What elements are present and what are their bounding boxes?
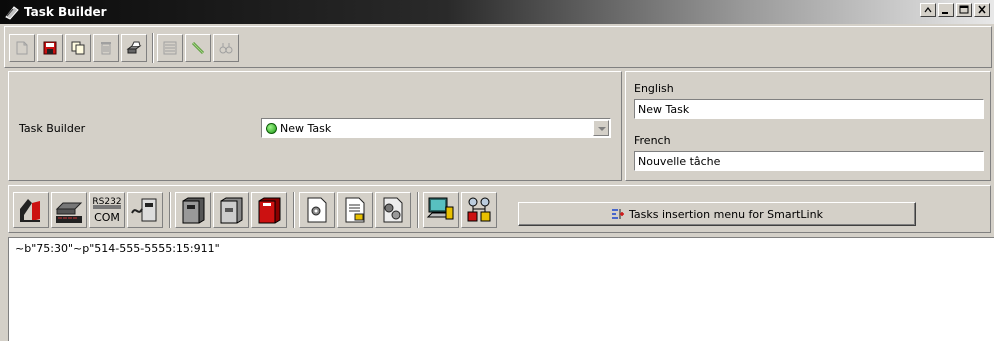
list-button[interactable] bbox=[157, 34, 183, 62]
new-icon bbox=[16, 41, 28, 55]
task-builder-label: Task Builder bbox=[19, 122, 86, 135]
com-text: COM bbox=[94, 211, 120, 224]
serial-device-icon bbox=[131, 198, 157, 222]
serial-device-button[interactable] bbox=[127, 192, 163, 228]
task-builder-window: Task Builder Task Builder New Task Engli… bbox=[0, 0, 994, 341]
cabinet-dark-icon bbox=[182, 197, 205, 224]
find-button[interactable] bbox=[213, 34, 239, 62]
task-selector-panel: Task Builder New Task bbox=[8, 71, 622, 181]
toolbar-separator bbox=[152, 33, 154, 63]
task-editor[interactable]: ~b"75:30"~p"514-555-5555:15:911" bbox=[8, 237, 994, 341]
settings-doc-button[interactable] bbox=[299, 192, 335, 228]
save-button[interactable] bbox=[37, 34, 63, 62]
toolbar-separator bbox=[169, 192, 171, 228]
network-button[interactable] bbox=[461, 192, 497, 228]
print-button[interactable] bbox=[121, 34, 147, 62]
link-button[interactable] bbox=[185, 34, 211, 62]
rs232-com-icon: RS232 COM bbox=[92, 197, 121, 224]
delete-button[interactable] bbox=[93, 34, 119, 62]
copy-icon bbox=[71, 41, 85, 55]
network-icon bbox=[467, 197, 491, 222]
copy-button[interactable] bbox=[65, 34, 91, 62]
dialer-button[interactable] bbox=[13, 192, 49, 228]
gear-doc-icon bbox=[383, 197, 403, 223]
toolbar-separator bbox=[293, 192, 295, 228]
new-button[interactable] bbox=[9, 34, 35, 62]
chevron-down-icon[interactable] bbox=[593, 120, 609, 136]
status-green-icon bbox=[266, 123, 277, 134]
trash-icon bbox=[101, 42, 111, 55]
english-field[interactable]: New Task bbox=[634, 99, 984, 119]
insert-task-icon bbox=[612, 209, 625, 219]
main-toolbar bbox=[4, 26, 992, 68]
list-icon bbox=[163, 41, 177, 55]
dialer-icon bbox=[20, 199, 40, 222]
link-icon bbox=[191, 41, 205, 55]
settings-doc-icon bbox=[307, 197, 327, 223]
modem-icon bbox=[55, 202, 83, 223]
minimize-button[interactable] bbox=[938, 3, 954, 17]
tasks-insertion-menu-label: Tasks insertion menu for SmartLink bbox=[629, 207, 823, 221]
task-script-text: ~b"75:30"~p"514-555-5555:15:911" bbox=[15, 242, 220, 255]
cabinet-red-button[interactable] bbox=[251, 192, 287, 228]
save-icon bbox=[43, 41, 57, 55]
tasks-insertion-menu-button[interactable]: Tasks insertion menu for SmartLink bbox=[518, 202, 916, 226]
rs232-com-button[interactable]: RS232 COM bbox=[89, 192, 125, 228]
rs232-text: RS232 bbox=[92, 197, 121, 207]
task-insertion-toolbar: RS232 COM Tasks insertion menu for Smart… bbox=[8, 185, 991, 233]
cabinet-dark-button[interactable] bbox=[175, 192, 211, 228]
french-field[interactable]: Nouvelle tâche bbox=[634, 151, 984, 171]
english-label: English bbox=[634, 82, 674, 95]
task-combo[interactable]: New Task bbox=[261, 118, 611, 138]
app-icon bbox=[5, 6, 19, 20]
main-toolbar-buttons bbox=[5, 31, 241, 65]
restore-up-icon[interactable] bbox=[920, 3, 936, 17]
task-combo-value: New Task bbox=[280, 122, 332, 135]
cabinet-gray-icon bbox=[220, 197, 243, 224]
binoculars-icon bbox=[219, 43, 233, 54]
cabinet-gray-button[interactable] bbox=[213, 192, 249, 228]
close-button[interactable] bbox=[974, 3, 990, 17]
window-title: Task Builder bbox=[24, 5, 107, 19]
print-icon bbox=[126, 41, 142, 54]
maximize-button[interactable] bbox=[956, 3, 972, 17]
computer-icon bbox=[426, 197, 454, 220]
task-insertion-buttons: RS232 COM bbox=[13, 191, 499, 229]
computer-button[interactable] bbox=[423, 192, 459, 228]
window-controls bbox=[918, 3, 990, 17]
title-bar[interactable]: Task Builder bbox=[0, 0, 994, 24]
modem-button[interactable] bbox=[51, 192, 87, 228]
french-label: French bbox=[634, 134, 671, 147]
gear-doc-button[interactable] bbox=[375, 192, 411, 228]
text-doc-icon bbox=[345, 197, 365, 223]
text-doc-button[interactable] bbox=[337, 192, 373, 228]
toolbar-separator bbox=[417, 192, 419, 228]
translation-panel: English New Task French Nouvelle tâche bbox=[625, 71, 991, 181]
cabinet-red-icon bbox=[258, 197, 281, 224]
task-header-panel: Task Builder New Task English New Task F… bbox=[8, 71, 991, 181]
